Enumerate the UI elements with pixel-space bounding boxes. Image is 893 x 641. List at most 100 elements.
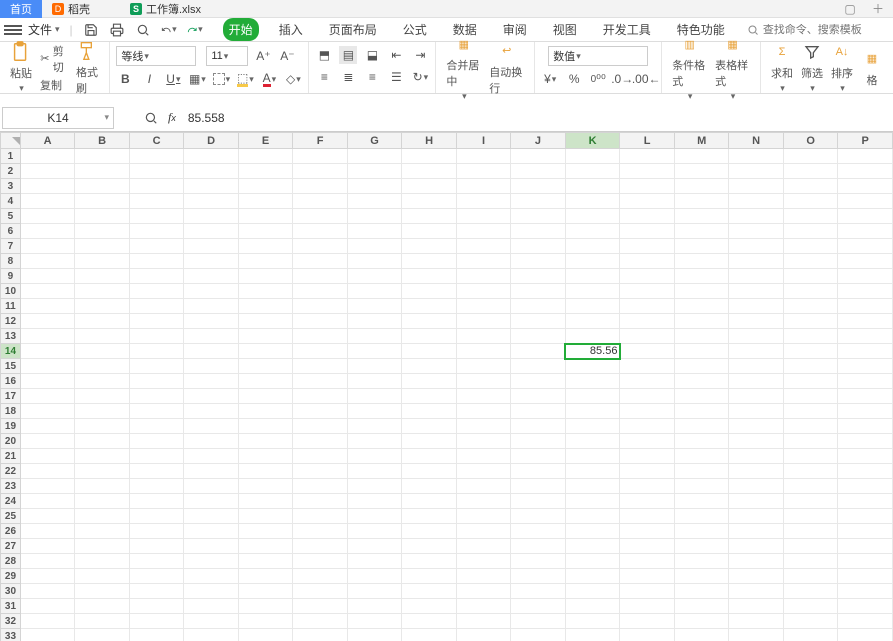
cell-E8[interactable]	[238, 254, 292, 269]
cell-I24[interactable]	[456, 494, 510, 509]
cell-H15[interactable]	[402, 359, 456, 374]
row-header-25[interactable]: 25	[1, 509, 21, 524]
cell-F14[interactable]	[293, 344, 347, 359]
cell-B5[interactable]	[75, 209, 129, 224]
cell-M11[interactable]	[674, 299, 729, 314]
cell-G27[interactable]	[347, 539, 402, 554]
tab-indicator-icon[interactable]: ▢	[841, 2, 859, 16]
cell-N12[interactable]	[729, 314, 783, 329]
cell-K10[interactable]	[565, 284, 620, 299]
cell-G28[interactable]	[347, 554, 402, 569]
cell-C28[interactable]	[129, 554, 183, 569]
row-header-31[interactable]: 31	[1, 599, 21, 614]
cell-P26[interactable]	[838, 524, 893, 539]
cell-E15[interactable]	[238, 359, 292, 374]
cell-I29[interactable]	[456, 569, 510, 584]
row-header-2[interactable]: 2	[1, 164, 21, 179]
cell-K11[interactable]	[565, 299, 620, 314]
cell-C18[interactable]	[129, 404, 183, 419]
cell-P1[interactable]	[838, 149, 893, 164]
cell-L25[interactable]	[620, 509, 674, 524]
cell-E27[interactable]	[238, 539, 292, 554]
column-header-J[interactable]: J	[511, 133, 565, 149]
cell-G1[interactable]	[347, 149, 402, 164]
fx-button[interactable]: fx	[168, 110, 176, 125]
cell-B19[interactable]	[75, 419, 129, 434]
cell-I26[interactable]	[456, 524, 510, 539]
cell-A1[interactable]	[20, 149, 74, 164]
cell-B23[interactable]	[75, 479, 129, 494]
cell-K8[interactable]	[565, 254, 620, 269]
cell-P29[interactable]	[838, 569, 893, 584]
cell-I27[interactable]	[456, 539, 510, 554]
cell-F18[interactable]	[293, 404, 347, 419]
cell-H23[interactable]	[402, 479, 456, 494]
cell-E11[interactable]	[238, 299, 292, 314]
conditional-format-button[interactable]: ▥ 条件格式	[668, 31, 711, 104]
cell-K30[interactable]	[565, 584, 620, 599]
cell-N16[interactable]	[729, 374, 783, 389]
cell-C19[interactable]	[129, 419, 183, 434]
cell-N25[interactable]	[729, 509, 783, 524]
cell-L29[interactable]	[620, 569, 674, 584]
cell-B16[interactable]	[75, 374, 129, 389]
cell-M7[interactable]	[674, 239, 729, 254]
cell-I20[interactable]	[456, 434, 510, 449]
cell-D10[interactable]	[184, 284, 238, 299]
cell-L4[interactable]	[620, 194, 674, 209]
cell-G32[interactable]	[347, 614, 402, 629]
cell-K19[interactable]	[565, 419, 620, 434]
cell-B32[interactable]	[75, 614, 129, 629]
cell-H24[interactable]	[402, 494, 456, 509]
cell-I10[interactable]	[456, 284, 510, 299]
cell-N9[interactable]	[729, 269, 783, 284]
cell-J2[interactable]	[511, 164, 565, 179]
cell-A6[interactable]	[20, 224, 74, 239]
cell-E30[interactable]	[238, 584, 292, 599]
cell-G14[interactable]	[347, 344, 402, 359]
cell-G29[interactable]	[347, 569, 402, 584]
cell-D12[interactable]	[184, 314, 238, 329]
cell-A16[interactable]	[20, 374, 74, 389]
command-search[interactable]	[747, 24, 877, 36]
cell-D27[interactable]	[184, 539, 238, 554]
cell-N13[interactable]	[729, 329, 783, 344]
tab-add-button[interactable]: ＋	[869, 0, 887, 17]
cell-I1[interactable]	[456, 149, 510, 164]
cell-J17[interactable]	[511, 389, 565, 404]
cell-N8[interactable]	[729, 254, 783, 269]
cell-D3[interactable]	[184, 179, 238, 194]
cell-N18[interactable]	[729, 404, 783, 419]
cell-F7[interactable]	[293, 239, 347, 254]
cell-G33[interactable]	[347, 629, 402, 641]
tab-workbook[interactable]: S 工作簿.xlsx	[120, 0, 211, 18]
cell-B1[interactable]	[75, 149, 129, 164]
cell-E4[interactable]	[238, 194, 292, 209]
cell-E18[interactable]	[238, 404, 292, 419]
cell-G15[interactable]	[347, 359, 402, 374]
cell-E26[interactable]	[238, 524, 292, 539]
cell-G12[interactable]	[347, 314, 402, 329]
cell-C16[interactable]	[129, 374, 183, 389]
cell-C17[interactable]	[129, 389, 183, 404]
cell-P13[interactable]	[838, 329, 893, 344]
cell-H13[interactable]	[402, 329, 456, 344]
cell-I22[interactable]	[456, 464, 510, 479]
cell-L20[interactable]	[620, 434, 674, 449]
cell-J7[interactable]	[511, 239, 565, 254]
cell-M31[interactable]	[674, 599, 729, 614]
cell-J32[interactable]	[511, 614, 565, 629]
cell-D9[interactable]	[184, 269, 238, 284]
cell-K27[interactable]	[565, 539, 620, 554]
cell-P10[interactable]	[838, 284, 893, 299]
cell-F21[interactable]	[293, 449, 347, 464]
cell-D7[interactable]	[184, 239, 238, 254]
cell-J4[interactable]	[511, 194, 565, 209]
cell-E20[interactable]	[238, 434, 292, 449]
cell-D24[interactable]	[184, 494, 238, 509]
cell-H5[interactable]	[402, 209, 456, 224]
row-header-10[interactable]: 10	[1, 284, 21, 299]
cell-M12[interactable]	[674, 314, 729, 329]
cell-B7[interactable]	[75, 239, 129, 254]
cell-N10[interactable]	[729, 284, 783, 299]
